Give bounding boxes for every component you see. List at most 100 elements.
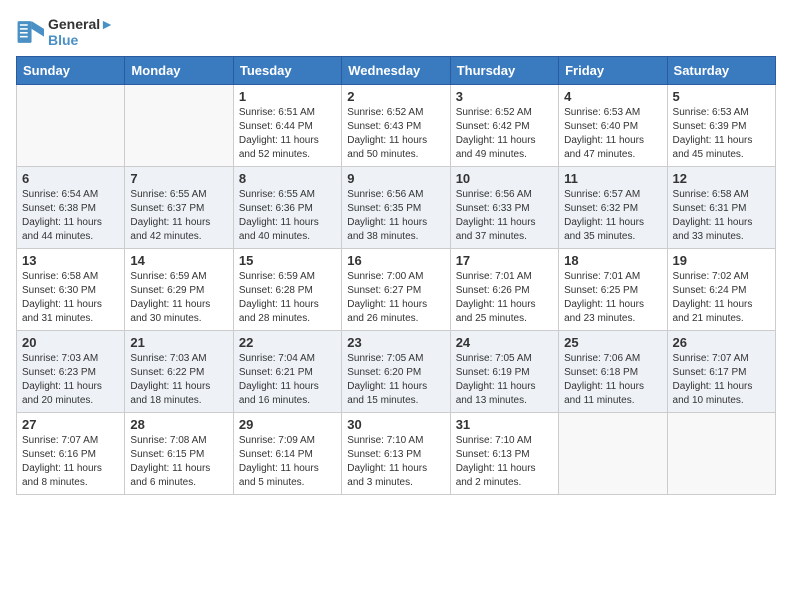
calendar-cell: 19 Sunrise: 7:02 AMSunset: 6:24 PMDayligh… bbox=[667, 249, 775, 331]
day-number: 1 bbox=[239, 89, 336, 104]
calendar-cell: 18 Sunrise: 7:01 AMSunset: 6:25 PMDayligh… bbox=[559, 249, 667, 331]
calendar-cell: 1 Sunrise: 6:51 AMSunset: 6:44 PMDaylight… bbox=[233, 85, 341, 167]
calendar-cell: 2 Sunrise: 6:52 AMSunset: 6:43 PMDaylight… bbox=[342, 85, 450, 167]
day-number: 21 bbox=[130, 335, 227, 350]
calendar-cell: 14 Sunrise: 6:59 AMSunset: 6:29 PMDayligh… bbox=[125, 249, 233, 331]
weekday-header: Monday bbox=[125, 57, 233, 85]
day-detail: Sunrise: 6:52 AMSunset: 6:42 PMDaylight:… bbox=[456, 106, 553, 162]
day-detail: Sunrise: 6:58 AMSunset: 6:31 PMDaylight:… bbox=[673, 188, 770, 244]
calendar-cell: 29Sunrise: 7:09 AMSunset: 6:14 PMDayligh… bbox=[233, 413, 341, 495]
day-detail: Sunrise: 6:54 AMSunset: 6:38 PMDaylight:… bbox=[22, 188, 119, 244]
day-detail: Sunrise: 6:59 AMSunset: 6:29 PMDaylight:… bbox=[130, 270, 227, 326]
day-number: 6 bbox=[22, 171, 119, 186]
day-number: 19 bbox=[673, 253, 770, 268]
day-number: 11 bbox=[564, 171, 661, 186]
day-number: 24 bbox=[456, 335, 553, 350]
day-number: 17 bbox=[456, 253, 553, 268]
weekday-header: Friday bbox=[559, 57, 667, 85]
day-number: 9 bbox=[347, 171, 444, 186]
calendar-cell bbox=[17, 85, 125, 167]
day-number: 31 bbox=[456, 417, 553, 432]
calendar-cell: 6 Sunrise: 6:54 AMSunset: 6:38 PMDaylight… bbox=[17, 167, 125, 249]
day-number: 13 bbox=[22, 253, 119, 268]
day-detail: Sunrise: 7:00 AMSunset: 6:27 PMDaylight:… bbox=[347, 270, 444, 326]
day-detail: Sunrise: 6:57 AMSunset: 6:32 PMDaylight:… bbox=[564, 188, 661, 244]
day-number: 16 bbox=[347, 253, 444, 268]
day-number: 10 bbox=[456, 171, 553, 186]
day-number: 18 bbox=[564, 253, 661, 268]
day-number: 25 bbox=[564, 335, 661, 350]
weekday-header: Thursday bbox=[450, 57, 558, 85]
calendar-cell: 8Sunrise: 6:55 AMSunset: 6:36 PMDaylight… bbox=[233, 167, 341, 249]
calendar-cell bbox=[125, 85, 233, 167]
calendar-cell: 15Sunrise: 6:59 AMSunset: 6:28 PMDayligh… bbox=[233, 249, 341, 331]
calendar-cell: 9 Sunrise: 6:56 AMSunset: 6:35 PMDaylight… bbox=[342, 167, 450, 249]
day-number: 5 bbox=[673, 89, 770, 104]
day-number: 14 bbox=[130, 253, 227, 268]
day-number: 2 bbox=[347, 89, 444, 104]
day-detail: Sunrise: 6:58 AMSunset: 6:30 PMDaylight:… bbox=[22, 270, 119, 326]
weekday-header: Sunday bbox=[17, 57, 125, 85]
day-detail: Sunrise: 7:03 AMSunset: 6:22 PMDaylight:… bbox=[130, 352, 227, 408]
day-number: 28 bbox=[130, 417, 227, 432]
calendar-cell: 21 Sunrise: 7:03 AMSunset: 6:22 PMDayligh… bbox=[125, 331, 233, 413]
day-number: 30 bbox=[347, 417, 444, 432]
day-number: 3 bbox=[456, 89, 553, 104]
calendar-table: SundayMondayTuesdayWednesdayThursdayFrid… bbox=[16, 56, 776, 495]
day-number: 20 bbox=[22, 335, 119, 350]
logo-icon bbox=[16, 18, 44, 46]
day-number: 26 bbox=[673, 335, 770, 350]
day-detail: Sunrise: 7:05 AMSunset: 6:20 PMDaylight:… bbox=[347, 352, 444, 408]
day-detail: Sunrise: 7:10 AMSunset: 6:13 PMDaylight:… bbox=[456, 434, 553, 490]
calendar-cell: 16 Sunrise: 7:00 AMSunset: 6:27 PMDayligh… bbox=[342, 249, 450, 331]
calendar-cell: 10 Sunrise: 6:56 AMSunset: 6:33 PMDayligh… bbox=[450, 167, 558, 249]
calendar-cell: 30 Sunrise: 7:10 AMSunset: 6:13 PMDayligh… bbox=[342, 413, 450, 495]
header: General► Blue bbox=[16, 16, 776, 48]
calendar-cell: 4Sunrise: 6:53 AMSunset: 6:40 PMDaylight… bbox=[559, 85, 667, 167]
day-number: 7 bbox=[130, 171, 227, 186]
weekday-header: Wednesday bbox=[342, 57, 450, 85]
day-detail: Sunrise: 7:02 AMSunset: 6:24 PMDaylight:… bbox=[673, 270, 770, 326]
logo: General► Blue bbox=[16, 16, 114, 48]
day-detail: Sunrise: 7:10 AMSunset: 6:13 PMDaylight:… bbox=[347, 434, 444, 490]
day-number: 27 bbox=[22, 417, 119, 432]
day-number: 23 bbox=[347, 335, 444, 350]
day-detail: Sunrise: 6:52 AMSunset: 6:43 PMDaylight:… bbox=[347, 106, 444, 162]
day-detail: Sunrise: 7:07 AMSunset: 6:16 PMDaylight:… bbox=[22, 434, 119, 490]
day-number: 4 bbox=[564, 89, 661, 104]
day-detail: Sunrise: 7:06 AMSunset: 6:18 PMDaylight:… bbox=[564, 352, 661, 408]
calendar-cell: 17 Sunrise: 7:01 AMSunset: 6:26 PMDayligh… bbox=[450, 249, 558, 331]
day-detail: Sunrise: 6:55 AMSunset: 6:37 PMDaylight:… bbox=[130, 188, 227, 244]
day-detail: Sunrise: 7:07 AMSunset: 6:17 PMDaylight:… bbox=[673, 352, 770, 408]
calendar-cell: 31 Sunrise: 7:10 AMSunset: 6:13 PMDayligh… bbox=[450, 413, 558, 495]
calendar-cell: 7 Sunrise: 6:55 AMSunset: 6:37 PMDaylight… bbox=[125, 167, 233, 249]
day-detail: Sunrise: 7:03 AMSunset: 6:23 PMDaylight:… bbox=[22, 352, 119, 408]
day-number: 12 bbox=[673, 171, 770, 186]
calendar-cell bbox=[559, 413, 667, 495]
calendar-cell: 5Sunrise: 6:53 AMSunset: 6:39 PMDaylight… bbox=[667, 85, 775, 167]
calendar-cell: 27 Sunrise: 7:07 AMSunset: 6:16 PMDayligh… bbox=[17, 413, 125, 495]
day-number: 22 bbox=[239, 335, 336, 350]
calendar-cell: 12 Sunrise: 6:58 AMSunset: 6:31 PMDayligh… bbox=[667, 167, 775, 249]
day-detail: Sunrise: 6:56 AMSunset: 6:33 PMDaylight:… bbox=[456, 188, 553, 244]
calendar-cell: 28 Sunrise: 7:08 AMSunset: 6:15 PMDayligh… bbox=[125, 413, 233, 495]
calendar-cell: 22 Sunrise: 7:04 AMSunset: 6:21 PMDayligh… bbox=[233, 331, 341, 413]
logo-text: General► Blue bbox=[48, 16, 114, 48]
day-detail: Sunrise: 7:04 AMSunset: 6:21 PMDaylight:… bbox=[239, 352, 336, 408]
weekday-header: Tuesday bbox=[233, 57, 341, 85]
day-number: 8 bbox=[239, 171, 336, 186]
day-detail: Sunrise: 7:08 AMSunset: 6:15 PMDaylight:… bbox=[130, 434, 227, 490]
calendar-cell: 13 Sunrise: 6:58 AMSunset: 6:30 PMDayligh… bbox=[17, 249, 125, 331]
day-detail: Sunrise: 7:05 AMSunset: 6:19 PMDaylight:… bbox=[456, 352, 553, 408]
day-number: 15 bbox=[239, 253, 336, 268]
calendar-cell: 11 Sunrise: 6:57 AMSunset: 6:32 PMDayligh… bbox=[559, 167, 667, 249]
calendar-cell: 3 Sunrise: 6:52 AMSunset: 6:42 PMDaylight… bbox=[450, 85, 558, 167]
day-detail: Sunrise: 7:01 AMSunset: 6:26 PMDaylight:… bbox=[456, 270, 553, 326]
calendar-cell: 25 Sunrise: 7:06 AMSunset: 6:18 PMDayligh… bbox=[559, 331, 667, 413]
day-detail: Sunrise: 7:01 AMSunset: 6:25 PMDaylight:… bbox=[564, 270, 661, 326]
day-detail: Sunrise: 6:51 AMSunset: 6:44 PMDaylight:… bbox=[239, 106, 336, 162]
day-number: 29 bbox=[239, 417, 336, 432]
calendar-cell bbox=[667, 413, 775, 495]
calendar-cell: 20 Sunrise: 7:03 AMSunset: 6:23 PMDayligh… bbox=[17, 331, 125, 413]
day-detail: Sunrise: 6:56 AMSunset: 6:35 PMDaylight:… bbox=[347, 188, 444, 244]
